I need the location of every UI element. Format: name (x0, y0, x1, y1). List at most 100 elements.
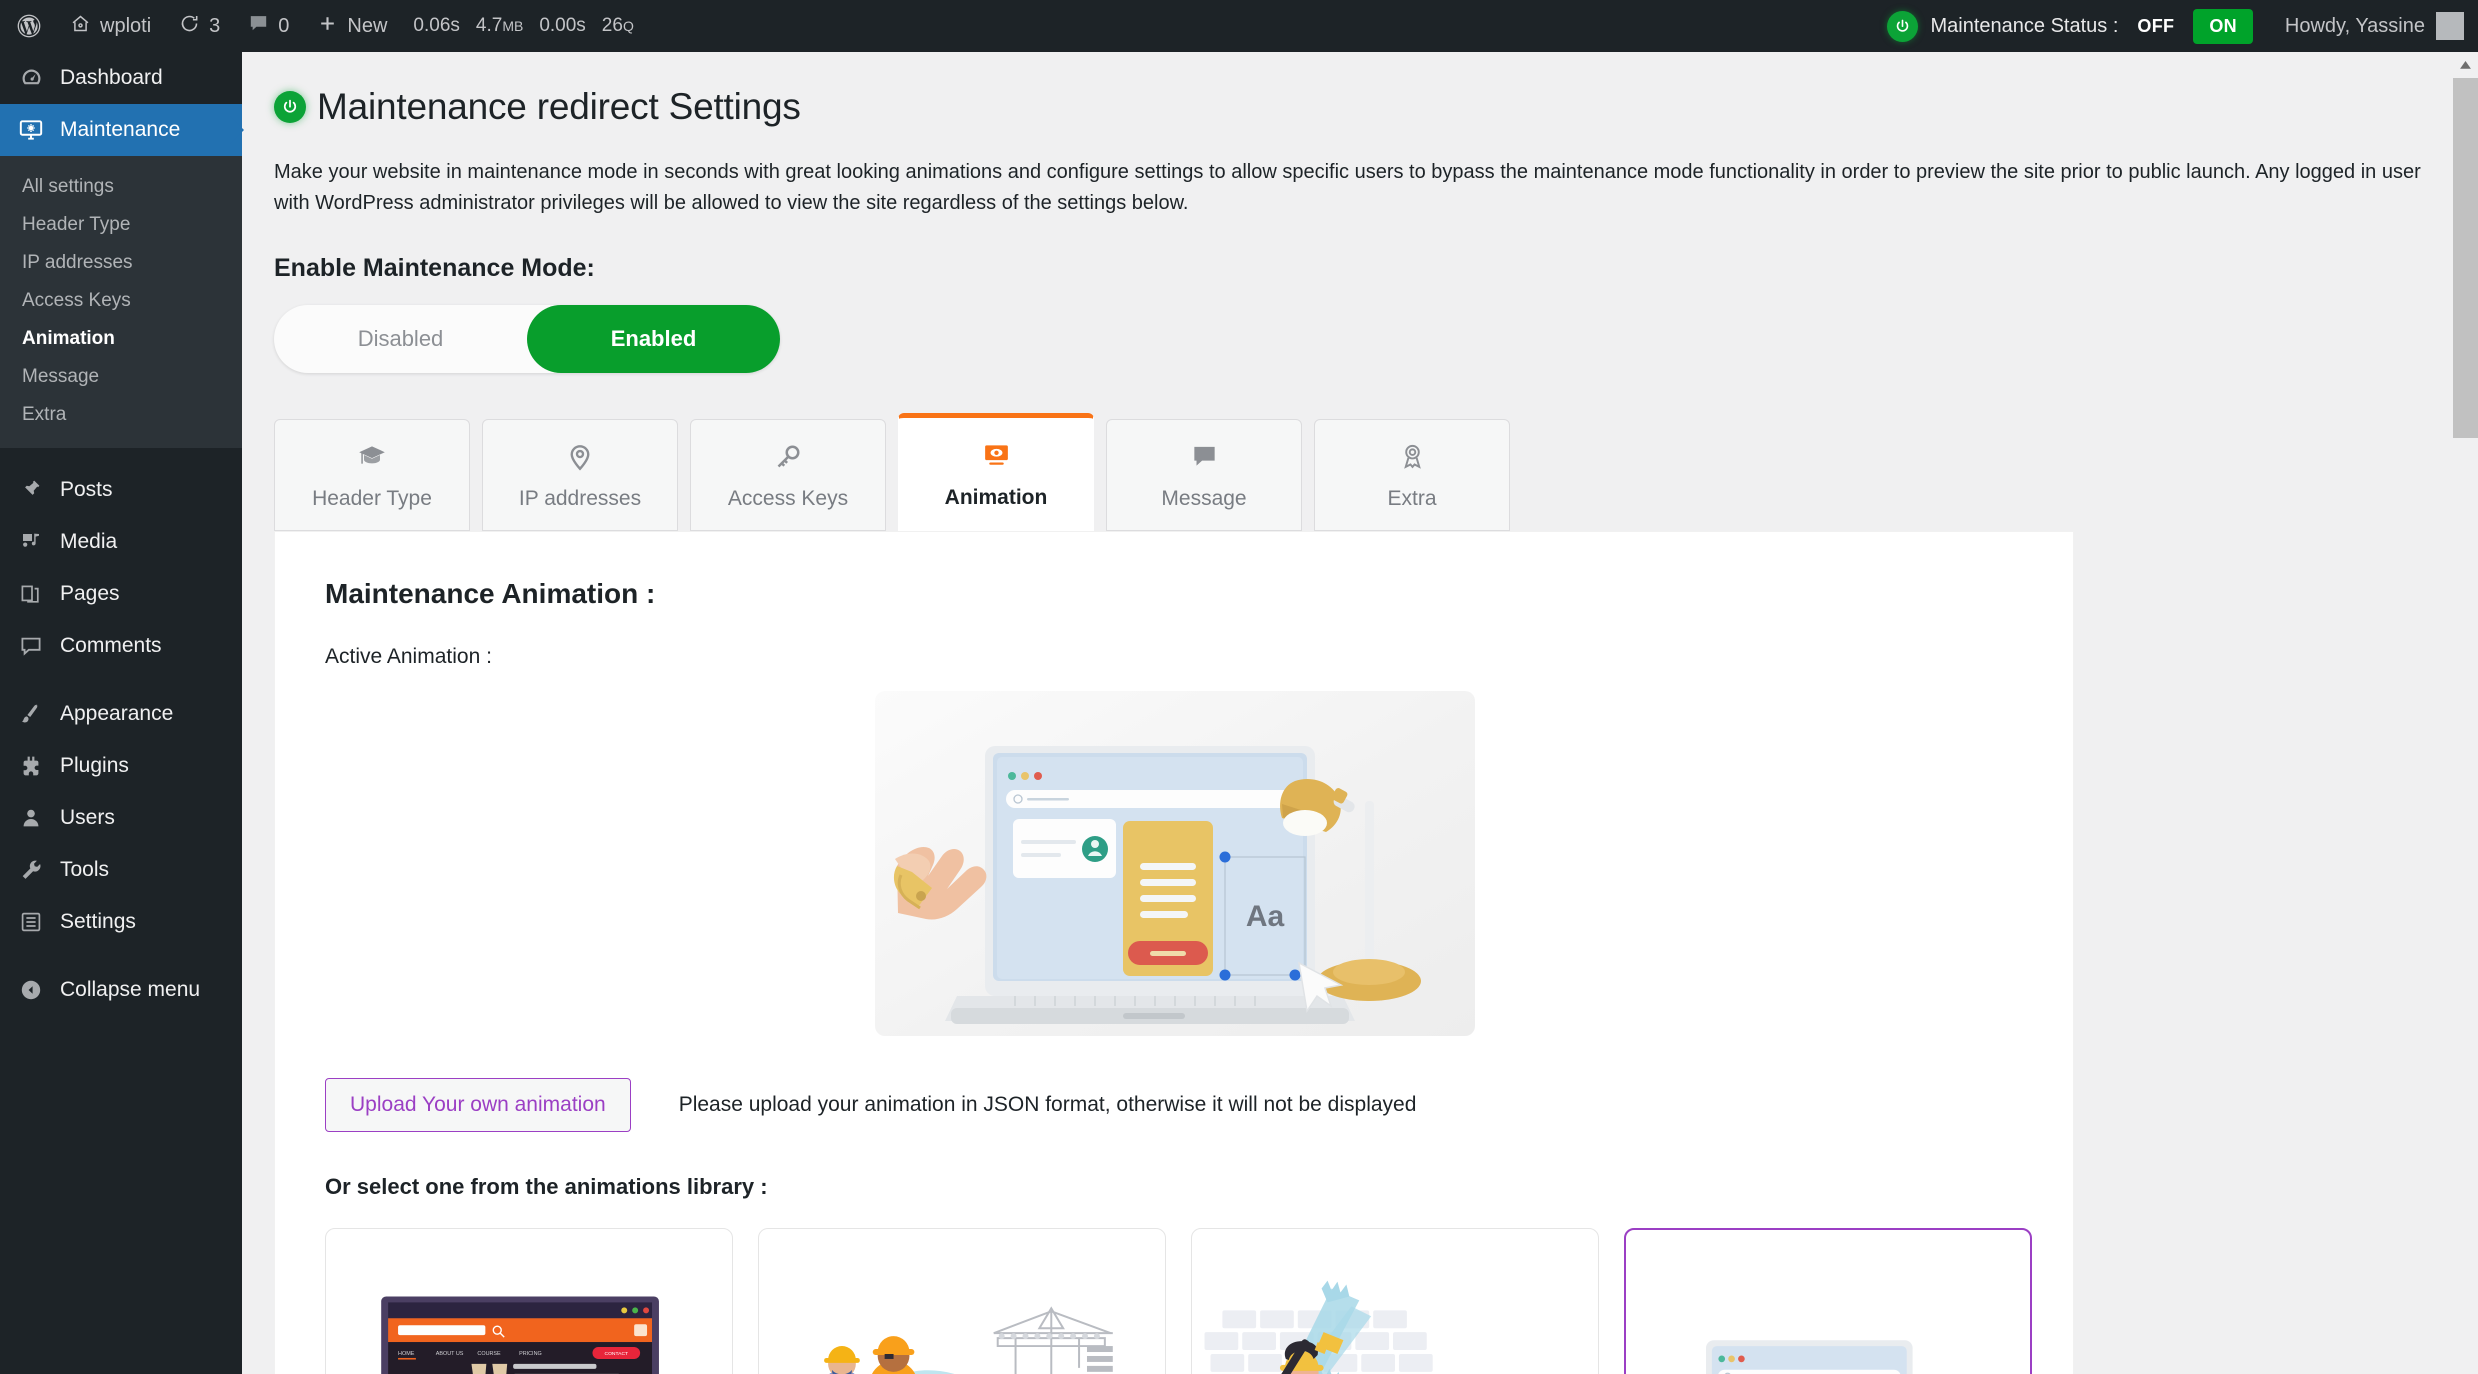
admin-bar: wploti 3 0 New 0.06s 4.7MB 0.00s 26Q Mai… (0, 0, 2478, 52)
sidebar-item-label: Posts (60, 478, 113, 501)
page-scrollbar[interactable] (2453, 52, 2478, 1374)
mode-option-disabled[interactable]: Disabled (274, 305, 527, 373)
home-icon (70, 13, 91, 40)
monitor-eye-icon (981, 439, 1012, 473)
admin-bar-right: Maintenance Status : OFF ON Howdy, Yassi… (1873, 0, 2478, 52)
animations-library-label: Or select one from the animations librar… (325, 1174, 768, 1199)
upload-animation-button[interactable]: Upload Your own animation (325, 1078, 631, 1132)
perf-query-time: 0.00s (539, 15, 586, 36)
tab-label: Header Type (312, 486, 432, 510)
svg-text:CONTACT: CONTACT (605, 1351, 629, 1357)
tab-message[interactable]: Message (1106, 419, 1302, 531)
laptop-design-hand-lamp-illustration (1705, 1340, 1913, 1374)
submenu-item-ip-addresses[interactable]: IP addresses (0, 244, 242, 282)
library-card-dark-website[interactable]: HOME ABOUT US COURSE PRICING CONTACT (325, 1228, 733, 1374)
performance-metrics[interactable]: 0.06s 4.7MB 0.00s 26Q (401, 15, 645, 37)
sidebar-item-comments[interactable]: Comments (0, 620, 242, 672)
dashboard-icon (16, 66, 46, 91)
howdy-label: Howdy, Yassine (2284, 14, 2425, 37)
under-construction-brick-wall-illustration: UNDER CONSTRUCTION (1204, 1280, 1433, 1374)
tab-ip-addresses[interactable]: IP addresses (482, 419, 678, 531)
pin-icon (16, 478, 46, 502)
perf-memory: 4.7MB (475, 15, 524, 36)
sidebar-item-appearance[interactable]: Appearance (0, 688, 242, 740)
site-name-label: wploti (100, 14, 152, 37)
sidebar-item-users[interactable]: Users (0, 792, 242, 844)
site-name-menu[interactable]: wploti (56, 0, 165, 52)
power-icon (1886, 10, 1918, 42)
submenu-item-header-type[interactable]: Header Type (0, 206, 242, 244)
sidebar-item-pages[interactable]: Pages (0, 568, 242, 620)
submenu-item-message[interactable]: Message (0, 358, 242, 396)
construction-workers-crane-illustration (824, 1306, 1113, 1374)
content-wrap: Maintenance redirect Settings Make your … (242, 52, 2478, 1374)
svg-text:ABOUT US: ABOUT US (436, 1351, 464, 1357)
plugins-icon (16, 754, 46, 778)
maintenance-mode-toggle[interactable]: Disabled Enabled (274, 305, 780, 373)
maintenance-screen-icon (16, 117, 46, 143)
library-card-laptop-design[interactable] (1624, 1228, 2032, 1374)
plus-icon (317, 13, 338, 40)
sidebar-item-label: Collapse menu (60, 978, 201, 1001)
tab-extra[interactable]: Extra (1314, 419, 1510, 531)
page-title: Maintenance redirect Settings (274, 86, 2478, 128)
svg-text:Aa: Aa (1246, 900, 1285, 933)
svg-text:PRICING: PRICING (519, 1351, 542, 1357)
active-animation-preview[interactable]: Aa (875, 691, 1475, 1036)
sidebar-item-label: Plugins (60, 754, 129, 777)
avatar (2436, 12, 2464, 40)
maintenance-status-menu[interactable]: Maintenance Status : OFF ON (1873, 8, 2267, 44)
maintenance-status-label: Maintenance Status : (1930, 14, 2119, 37)
active-animation-label: Active Animation : (325, 645, 492, 668)
sidebar-item-collapse-menu[interactable]: Collapse menu (0, 964, 242, 1016)
tab-label: IP addresses (518, 486, 642, 510)
sidebar-item-label: Tools (60, 858, 110, 881)
new-label: New (347, 14, 388, 37)
perf-load-time: 0.06s (413, 15, 460, 36)
sidebar-item-label: Comments (60, 634, 162, 657)
mode-option-enabled[interactable]: Enabled (527, 305, 780, 373)
sidebar-item-plugins[interactable]: Plugins (0, 740, 242, 792)
submenu-item-all-settings[interactable]: All settings (0, 168, 242, 206)
power-icon (274, 91, 306, 123)
admin-sidebar: Dashboard Maintenance All settings Heade… (0, 52, 244, 1374)
sidebar-item-dashboard[interactable]: Dashboard (0, 52, 242, 104)
sidebar-item-maintenance[interactable]: Maintenance (0, 104, 244, 156)
sidebar-item-label: Users (60, 806, 115, 829)
tab-animation[interactable]: Animation (898, 413, 1094, 531)
tab-access-keys[interactable]: Access Keys (690, 419, 886, 531)
sidebar-item-label: Appearance (60, 702, 174, 725)
tab-label: Message (1161, 486, 1247, 510)
submenu-item-access-keys[interactable]: Access Keys (0, 282, 242, 320)
updates-menu[interactable]: 3 (165, 0, 234, 52)
scroll-up-arrow-icon[interactable] (2453, 52, 2478, 78)
library-card-under-construction[interactable]: UNDER CONSTRUCTION (1191, 1228, 1599, 1374)
sidebar-divider (0, 448, 242, 464)
svg-text:HOME: HOME (398, 1351, 415, 1357)
status-on-button[interactable]: ON (2193, 8, 2253, 44)
sidebar-item-tools[interactable]: Tools (0, 844, 242, 896)
wordpress-logo-icon[interactable] (0, 0, 56, 52)
tab-label: Animation (944, 485, 1048, 509)
tab-header-type[interactable]: Header Type (274, 419, 470, 531)
submenu-item-animation[interactable]: Animation (0, 320, 242, 358)
submenu-item-extra[interactable]: Extra (0, 396, 242, 434)
svg-text:COURSE: COURSE (477, 1351, 501, 1357)
tab-label: Access Keys (727, 486, 849, 510)
appearance-brush-icon (16, 702, 46, 726)
comment-icon (16, 634, 46, 658)
scrollbar-thumb[interactable] (2453, 78, 2478, 438)
sidebar-item-posts[interactable]: Posts (0, 464, 242, 516)
new-content-menu[interactable]: New (303, 0, 401, 52)
tools-wrench-icon (16, 858, 46, 882)
map-pin-icon (565, 440, 595, 474)
sidebar-item-media[interactable]: Media (0, 516, 242, 568)
panel-title: Maintenance Animation : (325, 578, 656, 609)
sidebar-item-settings[interactable]: Settings (0, 896, 242, 948)
howdy-menu[interactable]: Howdy, Yassine (2267, 12, 2478, 40)
comments-menu[interactable]: 0 (234, 0, 303, 52)
library-card-construction-workers[interactable] (758, 1228, 1166, 1374)
status-off-button[interactable]: OFF (2131, 16, 2180, 37)
graduation-cap-icon (356, 440, 388, 474)
perf-query-count: 26Q (601, 15, 634, 36)
